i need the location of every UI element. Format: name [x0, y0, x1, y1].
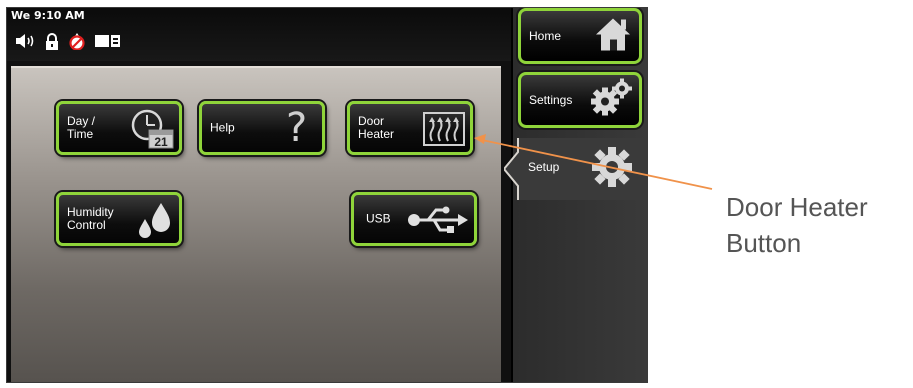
calendar-day-text: 21: [154, 135, 168, 149]
settings-label: Settings: [529, 93, 573, 107]
status-icons: [15, 32, 121, 50]
humidity-control-button[interactable]: Humidity Control: [56, 192, 182, 246]
clock-calendar-icon: 21: [127, 108, 177, 155]
callout-label: Door Heater Button: [726, 192, 868, 258]
heater-icon: [422, 111, 466, 152]
lock-icon: [45, 32, 59, 50]
usb-button[interactable]: USB: [351, 192, 477, 246]
setup-tab[interactable]: Setup: [504, 138, 647, 200]
setup-label: Setup: [528, 160, 560, 174]
usb-label: USB: [366, 211, 391, 226]
home-label: Home: [529, 29, 562, 43]
help-button[interactable]: Help ?: [199, 101, 325, 155]
status-time: We 9:10 AM: [11, 9, 85, 22]
door-heater-label: Door Heater: [358, 114, 395, 141]
speaker-icon: [15, 33, 37, 49]
day-time-label: Day / Time: [67, 114, 96, 141]
help-label: Help: [210, 120, 235, 135]
humidity-control-label: Humidity Control: [67, 205, 114, 232]
house-icon: [593, 15, 633, 58]
status-bar: We 9:10 AM: [7, 8, 513, 61]
usb-icon: [406, 205, 470, 240]
water-drops-icon: [135, 201, 175, 246]
gears-icon: [589, 78, 633, 123]
settings-button[interactable]: Settings: [518, 72, 642, 128]
door-heater-button[interactable]: Door Heater: [347, 101, 473, 155]
gear-icon: [590, 145, 634, 194]
no-water-icon: [67, 32, 87, 50]
device-screen: We 9:10 AM Day / Time 21 Help ? Door Hea…: [6, 7, 648, 383]
home-button[interactable]: Home: [518, 8, 642, 64]
battery-icon: [95, 34, 121, 48]
question-mark-icon: ?: [286, 105, 308, 151]
day-time-button[interactable]: Day / Time 21: [56, 101, 182, 155]
